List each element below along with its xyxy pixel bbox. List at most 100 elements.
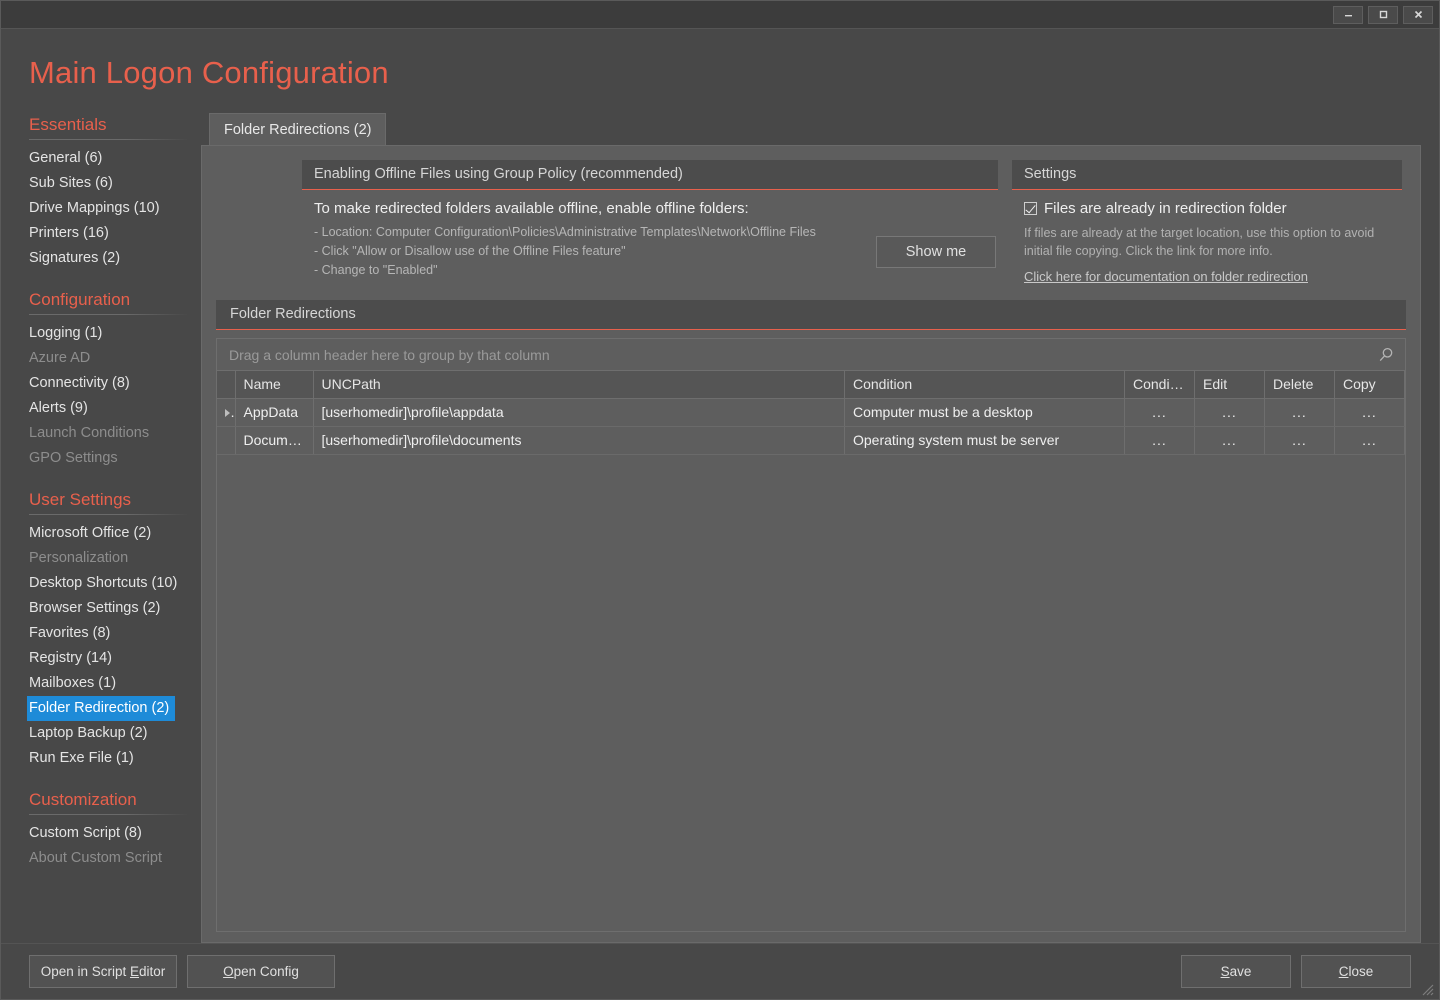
sidebar-group-customization: Customization Custom Script (8) About Cu… [29,790,201,871]
sidebar-item-microsoft-office[interactable]: Microsoft Office (2) [29,521,201,546]
sidebar-group-essentials: Essentials General (6) Sub Sites (6) Dri… [29,115,201,271]
sidebar-item-favorites[interactable]: Favorites (8) [29,621,201,646]
sidebar-item-general[interactable]: General (6) [29,146,201,171]
divider [29,314,189,315]
folder-redirections-grid: Drag a column header here to group by th… [216,338,1406,932]
sidebar-item-azure-ad: Azure AD [29,350,91,366]
cell-copy-action[interactable]: ... [1334,398,1405,427]
sidebar-item-signatures[interactable]: Signatures (2) [29,246,201,271]
open-config-button[interactable]: Open Config [187,955,335,988]
column-uncpath[interactable]: UNCPath [313,371,845,399]
sidebar-group-user-settings: User Settings Microsoft Office (2) Perso… [27,490,201,771]
column-copy[interactable]: Copy [1334,371,1405,399]
sidebar-item-logging[interactable]: Logging (1) [29,321,201,346]
sidebar-item-custom-script[interactable]: Custom Script (8) [29,821,201,846]
sidebar-item-about-custom-script: About Custom Script [29,850,162,866]
footer-left-group: Open in Script Editor Open Config [29,955,335,988]
page-title: Main Logon Configuration [29,55,389,90]
cell-condition-action[interactable]: ... [1124,398,1195,427]
close-icon[interactable] [1403,5,1433,24]
divider [29,514,189,515]
cell-uncpath: [userhomedir]\profile\documents [313,426,845,455]
cell-condition: Operating system must be server [844,426,1125,455]
save-button[interactable]: Save [1181,955,1291,988]
sidebar-group-title: User Settings [29,490,132,509]
column-delete[interactable]: Delete [1264,371,1335,399]
sidebar-group-configuration: Configuration Logging (1) Azure AD Conne… [29,290,201,471]
settings-header: Settings [1012,160,1402,190]
sidebar-item-personalization: Personalization [29,550,129,566]
cell-edit-action[interactable]: ... [1194,426,1265,455]
resize-grip[interactable] [1420,982,1434,996]
sidebar-item-desktop-shortcuts[interactable]: Desktop Shortcuts (10) [29,571,201,596]
cell-condition: Computer must be a desktop [844,398,1125,427]
cell-edit-action[interactable]: ... [1194,398,1265,427]
sidebar-item-alerts[interactable]: Alerts (9) [29,396,201,421]
settings-note: If files are already at the target locat… [1024,226,1375,258]
sidebar-group-title: Configuration [29,290,131,309]
sidebar-group-title: Essentials [29,115,107,134]
main-panel: Folder Redirections (2) Enabling Offline… [201,113,1421,943]
footer-bar: Open in Script Editor Open Config Save C… [1,943,1439,999]
column-condition-action[interactable]: Condition [1124,371,1195,399]
table-row[interactable]: Docume... [userhomedir]\profile\document… [217,426,1405,455]
top-row: Enabling Offline Files using Group Polic… [212,160,1410,286]
offline-files-lead: To make redirected folders available off… [314,200,749,217]
files-already-redirected-checkbox[interactable] [1024,202,1037,215]
show-me-button[interactable]: Show me [876,236,996,268]
sidebar-item-browser-settings[interactable]: Browser Settings (2) [29,596,201,621]
cell-delete-action[interactable]: ... [1264,426,1335,455]
sidebar-group-title: Customization [29,790,137,809]
column-indicator [217,371,236,399]
divider [29,814,189,815]
sidebar-item-printers[interactable]: Printers (16) [29,221,201,246]
cell-copy-action[interactable]: ... [1334,426,1405,455]
search-icon[interactable] [1377,346,1395,364]
cell-condition-action[interactable]: ... [1124,426,1195,455]
table-row[interactable]: AppData [userhomedir]\profile\appdata Co… [217,398,1405,427]
sidebar-item-launch-conditions: Launch Conditions [29,425,150,441]
sidebar-item-run-exe-file[interactable]: Run Exe File (1) [29,746,201,771]
cell-name: Docume... [235,426,314,455]
sidebar: Essentials General (6) Sub Sites (6) Dri… [1,113,201,943]
cell-delete-action[interactable]: ... [1264,398,1335,427]
settings-panel: Settings Files are already in redirectio… [1012,160,1402,286]
offline-files-body: To make redirected folders available off… [302,190,998,277]
row-indicator [217,426,236,455]
divider [29,139,189,140]
tab-strip: Folder Redirections (2) [201,113,1421,145]
column-name[interactable]: Name [235,371,314,399]
group-by-bar[interactable]: Drag a column header here to group by th… [217,339,1405,371]
sidebar-item-mailboxes[interactable]: Mailboxes (1) [29,671,201,696]
maximize-icon[interactable] [1368,5,1398,24]
sidebar-item-sub-sites[interactable]: Sub Sites (6) [29,171,201,196]
offline-files-header: Enabling Offline Files using Group Polic… [302,160,998,190]
row-indicator [217,398,236,427]
title-bar [1,1,1439,29]
minimize-icon[interactable] [1333,5,1363,24]
settings-body: Files are already in redirection folder … [1012,190,1402,286]
column-condition[interactable]: Condition [844,371,1125,399]
cell-uncpath: [userhomedir]\profile\appdata [313,398,845,427]
files-already-redirected-label: Files are already in redirection folder [1044,200,1287,217]
sidebar-item-folder-redirection[interactable]: Folder Redirection (2) [27,696,176,721]
body-split: Essentials General (6) Sub Sites (6) Dri… [1,91,1439,943]
close-button[interactable]: Close [1301,955,1411,988]
column-edit[interactable]: Edit [1194,371,1265,399]
grid-empty-area [217,455,1405,931]
files-already-redirected-row[interactable]: Files are already in redirection folder [1024,200,1400,217]
sidebar-item-gpo-settings: GPO Settings [29,450,118,466]
sidebar-item-laptop-backup[interactable]: Laptop Backup (2) [29,721,201,746]
sidebar-item-drive-mappings[interactable]: Drive Mappings (10) [29,196,201,221]
sidebar-item-registry[interactable]: Registry (14) [29,646,201,671]
redirections-table: Name UNCPath Condition Condition Edit De… [217,371,1405,455]
folder-redirections-header: Folder Redirections [216,300,1406,330]
app-window: Main Logon Configuration Essentials Gene… [0,0,1440,1000]
tab-folder-redirections[interactable]: Folder Redirections (2) [209,113,387,145]
folder-redirections-section: Folder Redirections Drag a column header… [212,300,1410,932]
cell-name: AppData [235,398,314,427]
tab-panel: Enabling Offline Files using Group Polic… [201,145,1421,943]
sidebar-item-connectivity[interactable]: Connectivity (8) [29,371,201,396]
open-in-script-editor-button[interactable]: Open in Script Editor [29,955,177,988]
documentation-link[interactable]: Click here for documentation on folder r… [1024,269,1308,284]
